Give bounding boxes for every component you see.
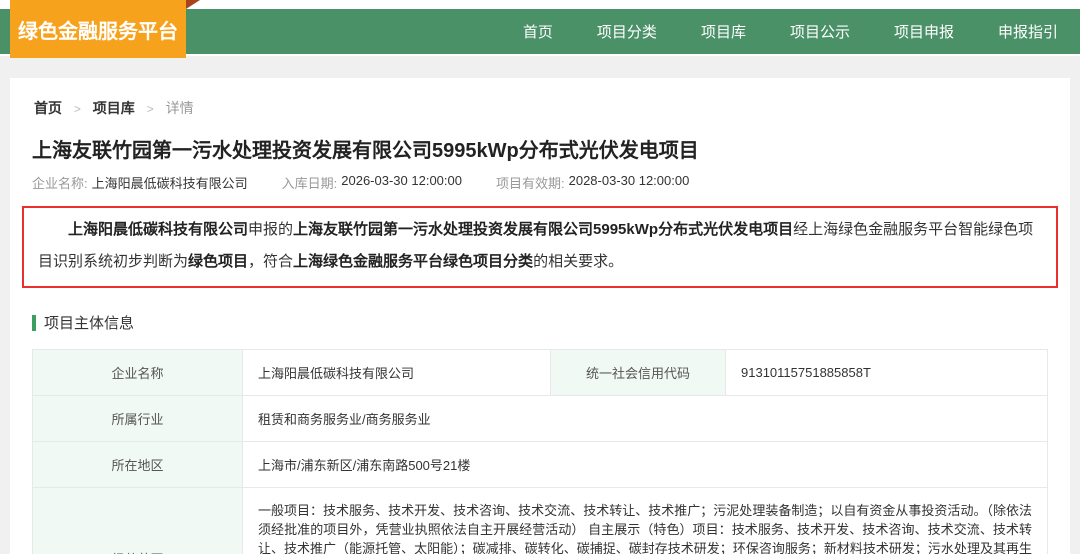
meta-company-value: 上海阳晨低碳科技有限公司 <box>92 173 248 192</box>
table-row-industry: 所属行业 租赁和商务服务业/商务服务业 <box>33 396 1048 442</box>
table-row-business-scope: 经营范围 一般项目：技术服务、技术开发、技术咨询、技术交流、技术转让、技术推广；… <box>33 488 1048 554</box>
breadcrumb-separator-icon: > <box>147 102 154 116</box>
credit-code-label: 统一社会信用代码 <box>551 350 726 396</box>
nav-item-project-category[interactable]: 项目分类 <box>597 21 657 42</box>
green-project-assessment-box: 上海阳晨低碳科技有限公司申报的上海友联竹园第一污水处理投资发展有限公司5995k… <box>22 206 1058 288</box>
industry-value: 租赁和商务服务业/商务服务业 <box>243 396 1048 442</box>
breadcrumb-library[interactable]: 项目库 <box>93 100 135 116</box>
breadcrumb: 首页 > 项目库 > 详情 <box>22 98 1058 118</box>
logo-fold-corner-icon <box>186 0 200 9</box>
project-meta: 企业名称: 上海阳晨低碳科技有限公司 入库日期: 2026-03-30 12:0… <box>32 173 1058 192</box>
entity-info-table: 企业名称 上海阳晨低碳科技有限公司 统一社会信用代码 9131011575188… <box>32 349 1048 554</box>
breadcrumb-home[interactable]: 首页 <box>34 100 62 116</box>
credit-code-value: 91310115751885858T <box>726 350 1048 396</box>
industry-label: 所属行业 <box>33 396 243 442</box>
highlight-paragraph: 上海阳晨低碳科技有限公司申报的上海友联竹园第一污水处理投资发展有限公司5995k… <box>38 214 1042 278</box>
breadcrumb-separator-icon: > <box>74 102 81 116</box>
nav-item-project-library[interactable]: 项目库 <box>701 21 746 42</box>
content-card: 首页 > 项目库 > 详情 上海友联竹园第一污水处理投资发展有限公司5995kW… <box>10 78 1070 554</box>
business-scope-label: 经营范围 <box>33 488 243 554</box>
highlight-segment: 绿色项目 <box>188 253 248 270</box>
highlight-segment: 申报的 <box>248 221 293 238</box>
highlight-segment: ，符合 <box>248 253 293 270</box>
highlight-segment: 的相关要求。 <box>533 253 623 270</box>
nav-item-project-declare[interactable]: 项目申报 <box>894 21 954 42</box>
nav-item-declare-guide[interactable]: 申报指引 <box>998 21 1058 42</box>
meta-entry-date-value: 2026-03-30 12:00:00 <box>341 173 462 192</box>
meta-entry-date-label: 入库日期: <box>282 173 338 192</box>
page-title: 上海友联竹园第一污水处理投资发展有限公司5995kWp分布式光伏发电项目 <box>32 134 1058 163</box>
highlight-segment: 上海阳晨低碳科技有限公司 <box>68 221 248 238</box>
highlight-segment: 上海友联竹园第一污水处理投资发展有限公司5995kWp分布式光伏发电项目 <box>293 221 793 238</box>
company-name-label: 企业名称 <box>33 350 243 396</box>
meta-company-label: 企业名称: <box>32 173 88 192</box>
region-value: 上海市/浦东新区/浦东南路500号21楼 <box>243 442 1048 488</box>
nav-item-project-publicity[interactable]: 项目公示 <box>790 21 850 42</box>
meta-company: 企业名称: 上海阳晨低碳科技有限公司 <box>32 173 248 192</box>
meta-validity: 项目有效期: 2028-03-30 12:00:00 <box>496 173 689 192</box>
business-scope-value: 一般项目：技术服务、技术开发、技术咨询、技术交流、技术转让、技术推广；污泥处理装… <box>243 488 1048 554</box>
region-label: 所在地区 <box>33 442 243 488</box>
section-title: 项目主体信息 <box>44 312 134 333</box>
meta-entry-date: 入库日期: 2026-03-30 12:00:00 <box>282 173 462 192</box>
top-header: 绿色金融服务平台 首页 项目分类 项目库 项目公示 项目申报 申报指引 <box>0 0 1080 56</box>
section-header-entity-info: 项目主体信息 <box>32 312 1058 333</box>
company-name-value: 上海阳晨低碳科技有限公司 <box>243 350 551 396</box>
meta-validity-label: 项目有效期: <box>496 173 565 192</box>
meta-validity-value: 2028-03-30 12:00:00 <box>569 173 690 192</box>
section-bar-icon <box>32 315 36 331</box>
breadcrumb-current: 详情 <box>166 100 194 116</box>
main-nav: 首页 项目分类 项目库 项目公示 项目申报 申报指引 <box>523 9 1080 54</box>
table-row-company: 企业名称 上海阳晨低碳科技有限公司 统一社会信用代码 9131011575188… <box>33 350 1048 396</box>
platform-logo[interactable]: 绿色金融服务平台 <box>10 0 186 58</box>
highlight-segment: 上海绿色金融服务平台绿色项目分类 <box>293 253 533 270</box>
nav-item-home[interactable]: 首页 <box>523 21 553 42</box>
table-row-region: 所在地区 上海市/浦东新区/浦东南路500号21楼 <box>33 442 1048 488</box>
